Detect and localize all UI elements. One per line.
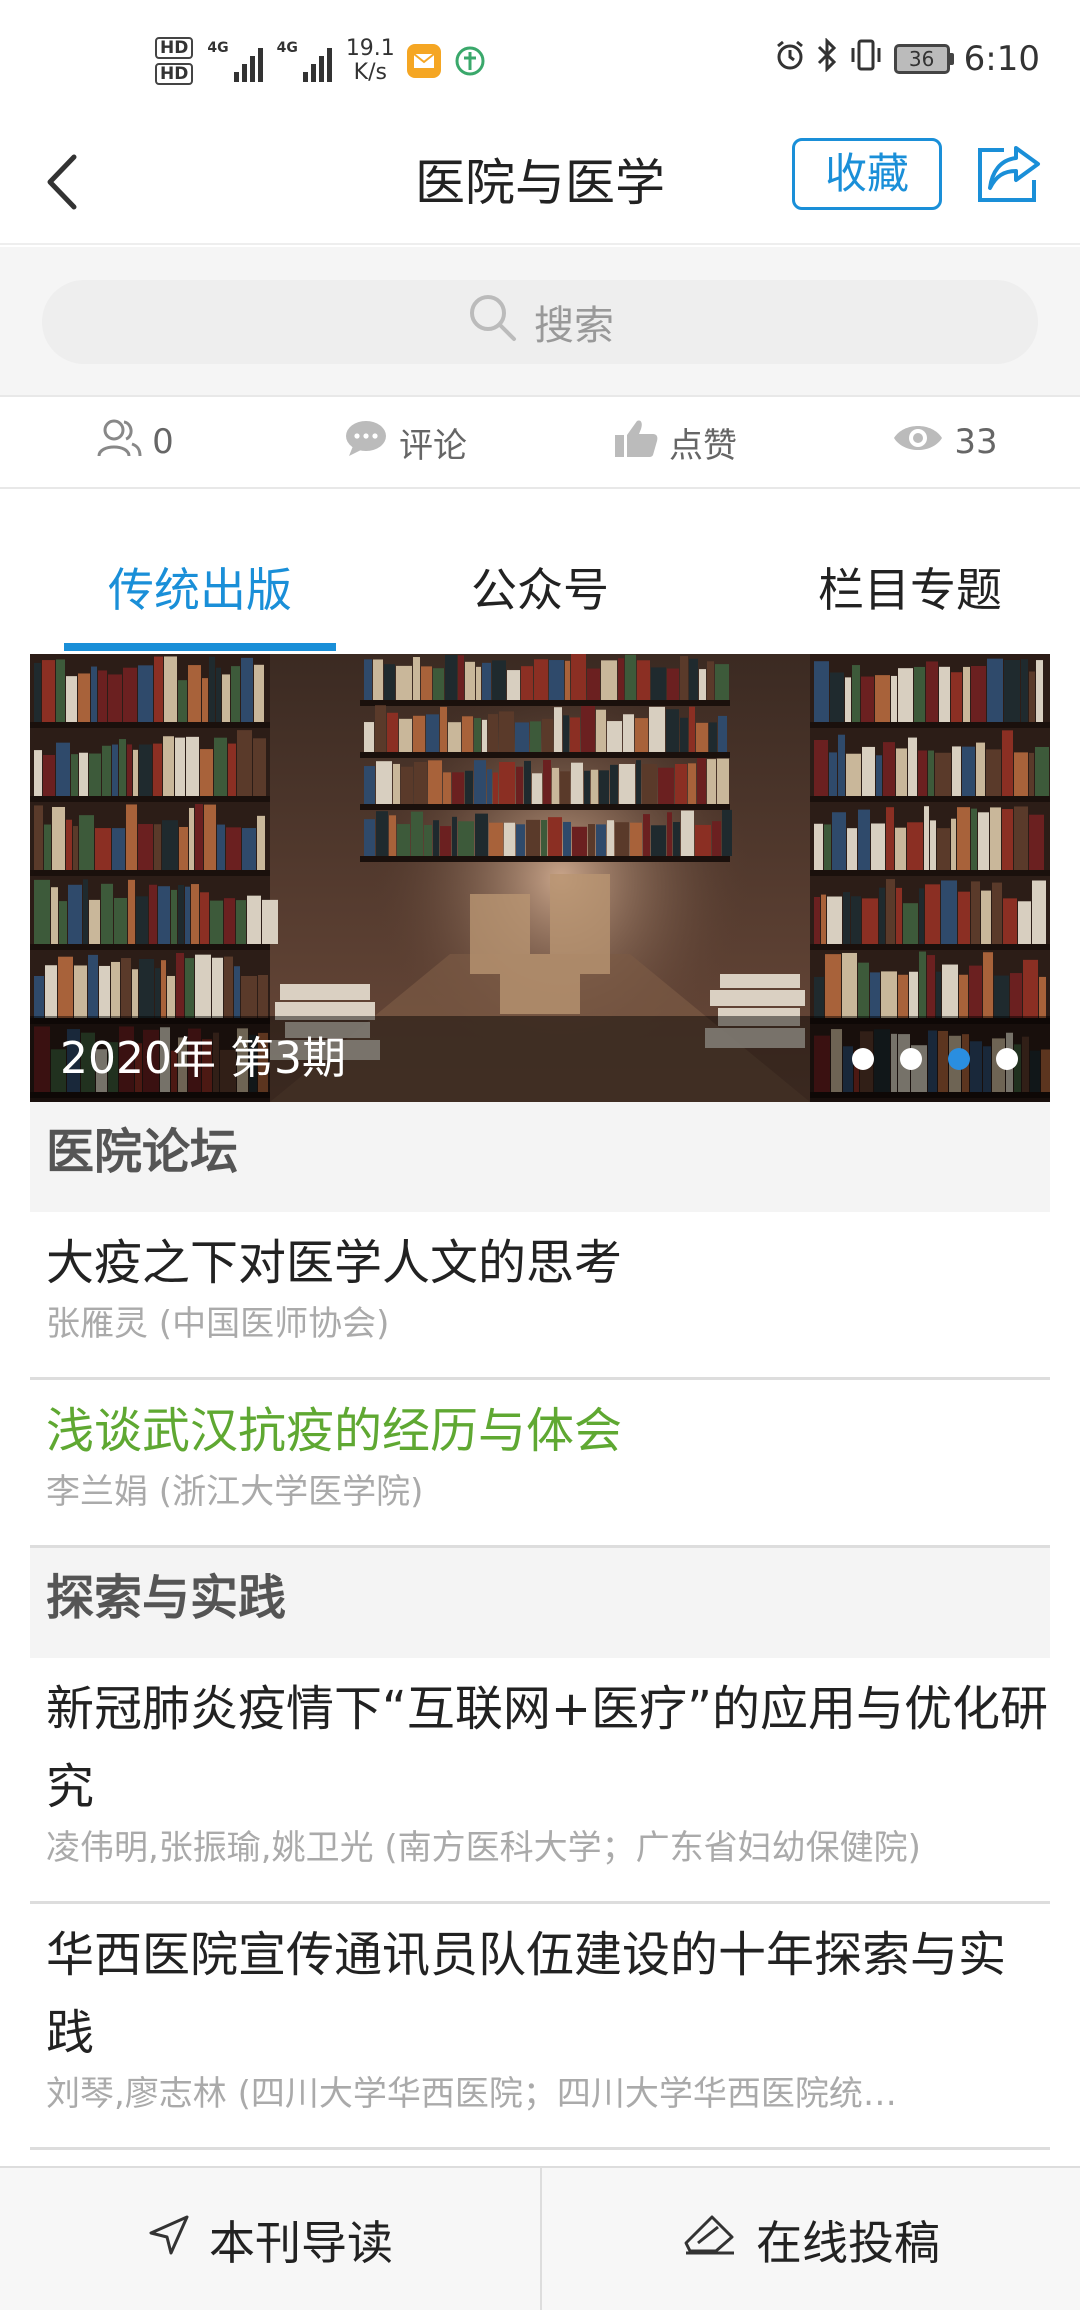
bluetooth-icon bbox=[816, 36, 838, 81]
navigation-icon bbox=[147, 2213, 191, 2268]
mail-notification-icon bbox=[406, 44, 441, 78]
carousel-dot[interactable] bbox=[852, 1048, 874, 1070]
status-bar: HD HD 4G 4G 19.1 K/s 36 6:10 bbox=[0, 0, 1080, 120]
submit-manuscript-button[interactable]: 在线投稿 bbox=[540, 2168, 1080, 2310]
thumbs-up-icon bbox=[613, 417, 659, 468]
like-label: 点赞 bbox=[669, 425, 737, 466]
hd-indicator: HD HD bbox=[155, 37, 194, 85]
issue-banner[interactable]: 2020年 第3期 bbox=[30, 654, 1050, 1102]
network-speed: 19.1 K/s bbox=[345, 36, 395, 85]
tab-indicator bbox=[64, 643, 336, 651]
views-stat: 33 bbox=[810, 397, 1080, 487]
share-icon[interactable] bbox=[974, 142, 1044, 206]
app-notification-icon bbox=[453, 44, 487, 78]
carousel-dot[interactable] bbox=[996, 1048, 1018, 1070]
like-button[interactable]: 点赞 bbox=[540, 397, 810, 487]
tab-official-account[interactable]: 公众号 bbox=[420, 535, 660, 645]
guide-label: 本刊导读 bbox=[209, 2216, 393, 2270]
vibrate-icon bbox=[848, 38, 884, 81]
search-icon bbox=[466, 291, 518, 353]
favorite-button[interactable]: 收藏 bbox=[792, 138, 942, 210]
comment-button[interactable]: 评论 bbox=[270, 397, 540, 487]
comment-label: 评论 bbox=[399, 425, 467, 466]
carousel-dots bbox=[852, 1048, 1018, 1070]
article-title: 新冠肺炎疫情下“互联网+医疗”的应用与优化研究 bbox=[46, 1681, 1048, 1815]
article-title: 浅谈武汉抗疫的经历与体会 bbox=[46, 1403, 623, 1459]
article-item[interactable]: 新冠肺炎疫情下“互联网+医疗”的应用与优化研究 凌伟明,张振瑜,姚卫光 (南方医… bbox=[30, 1658, 1050, 1904]
stats-bar: 0 评论 点赞 33 bbox=[0, 397, 1080, 489]
article-author: 张雁灵 (中国医师协会) bbox=[46, 1304, 390, 1344]
article-author: 凌伟明,张振瑜,姚卫光 (南方医科大学；广东省妇幼保健院) bbox=[46, 1828, 921, 1868]
user-icon bbox=[96, 418, 142, 467]
search-area: 搜索 bbox=[0, 247, 1080, 397]
article-title: 华西医院宣传通讯员队伍建设的十年探索与实践 bbox=[46, 1927, 1007, 2061]
search-placeholder: 搜索 bbox=[534, 303, 614, 349]
article-item[interactable]: 大疫之下对医学人文的思考 张雁灵 (中国医师协会) bbox=[30, 1212, 1050, 1380]
search-input[interactable]: 搜索 bbox=[42, 280, 1038, 364]
header: 医院与医学 收藏 bbox=[0, 120, 1080, 245]
followers-stat[interactable]: 0 bbox=[0, 397, 270, 487]
tab-traditional-publishing[interactable]: 传统出版 bbox=[64, 535, 336, 645]
views-count: 33 bbox=[954, 422, 998, 462]
alarm-icon bbox=[774, 39, 806, 80]
tab-bar: 传统出版 公众号 栏目专题 bbox=[0, 535, 1080, 655]
followers-count: 0 bbox=[152, 422, 174, 462]
article-item[interactable]: 浅谈武汉抗疫的经历与体会 李兰娟 (浙江大学医学院) bbox=[30, 1380, 1050, 1548]
signal-icon: 4G bbox=[207, 40, 263, 82]
guide-button[interactable]: 本刊导读 bbox=[0, 2168, 540, 2310]
tab-column-topics[interactable]: 栏目专题 bbox=[760, 535, 1060, 645]
section-header: 探索与实践 bbox=[30, 1548, 1050, 1658]
signal-icon-2: 4G bbox=[277, 40, 332, 82]
carousel-dot[interactable] bbox=[900, 1048, 922, 1070]
article-title: 大疫之下对医学人文的思考 bbox=[46, 1235, 623, 1291]
carousel-dot[interactable] bbox=[948, 1048, 970, 1070]
banner-caption: 2020年 第3期 bbox=[30, 1016, 1050, 1102]
article-author: 李兰娟 (浙江大学医学院) bbox=[46, 1472, 424, 1512]
clock: 6:10 bbox=[963, 39, 1040, 79]
comment-icon bbox=[343, 418, 389, 467]
article-author: 刘琴,廖志林 (四川大学华西医院；四川大学华西医院统… bbox=[46, 2074, 897, 2114]
eye-icon bbox=[892, 420, 944, 465]
submit-label: 在线投稿 bbox=[756, 2216, 940, 2270]
battery-icon: 36 bbox=[893, 44, 954, 74]
issue-label: 2020年 第3期 bbox=[60, 1033, 346, 1084]
bottom-bar: 本刊导读 在线投稿 bbox=[0, 2166, 1080, 2310]
article-item[interactable]: 华西医院宣传通讯员队伍建设的十年探索与实践 刘琴,廖志林 (四川大学华西医院；四… bbox=[30, 1904, 1050, 2150]
send-icon bbox=[682, 2213, 738, 2268]
section-header: 医院论坛 bbox=[30, 1102, 1050, 1212]
